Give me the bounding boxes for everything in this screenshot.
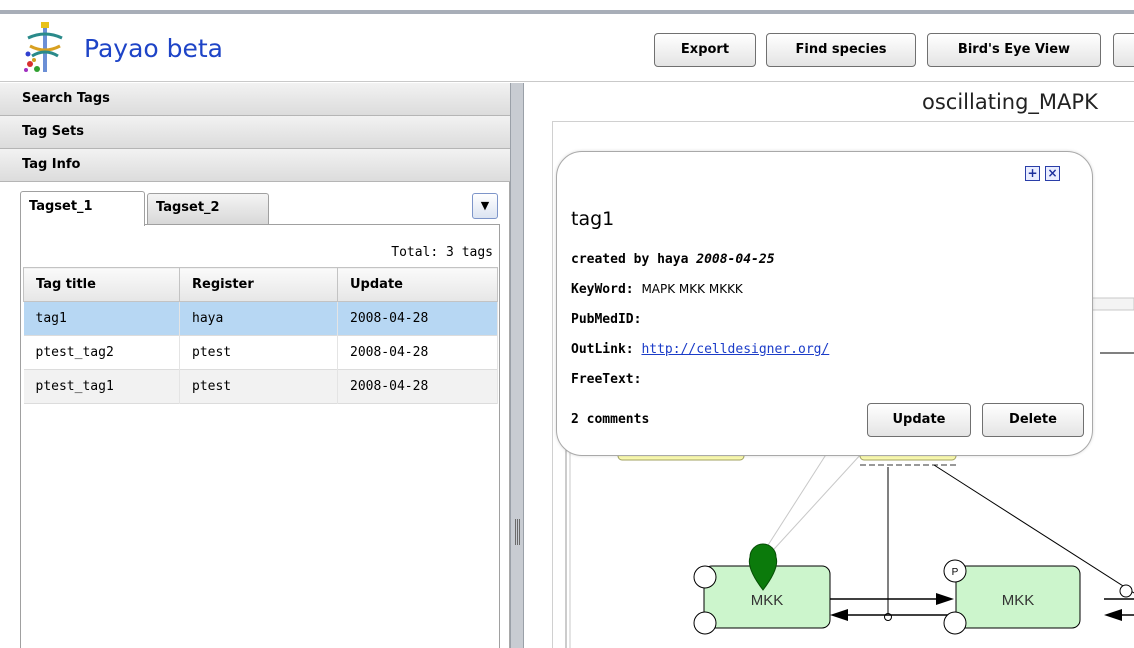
tag-info-popup: + × tag1 created by haya 2008-04-25 KeyW… bbox=[556, 151, 1093, 456]
cell-update: 2008-04-28 bbox=[337, 335, 498, 370]
cell-tag-title: tag1 bbox=[23, 301, 180, 336]
expand-icon[interactable]: + bbox=[1025, 166, 1040, 181]
table-row[interactable]: tag1 haya 2008-04-28 bbox=[23, 301, 498, 336]
accordion-tag-sets[interactable]: Tag Sets bbox=[0, 116, 510, 149]
species-label: MKK bbox=[751, 592, 784, 609]
pubmed-line: PubMedID: bbox=[571, 312, 641, 327]
freetext-label: FreeText: bbox=[571, 372, 642, 387]
column-header-tag-title[interactable]: Tag title bbox=[23, 267, 180, 302]
keyword-label: KeyWord: bbox=[571, 282, 634, 297]
tag-table: Tag title Register Update tag1 haya 2008… bbox=[23, 267, 498, 404]
accordion-search-tags[interactable]: Search Tags bbox=[0, 83, 510, 116]
phospho-state-label: P bbox=[952, 567, 959, 578]
popup-tag-title: tag1 bbox=[571, 208, 615, 230]
cell-update: 2008-04-28 bbox=[337, 301, 498, 336]
tab-panel: Total: 3 tags Tag title Register Update … bbox=[20, 224, 500, 648]
splitter-grip-icon bbox=[515, 519, 520, 545]
cell-tag-title: ptest_tag2 bbox=[23, 335, 180, 370]
freetext-line: FreeText: bbox=[571, 372, 641, 387]
tab-tagset-1[interactable]: Tagset_1 bbox=[20, 191, 145, 226]
cell-update: 2008-04-28 bbox=[337, 369, 498, 404]
overflow-button[interactable] bbox=[1113, 33, 1134, 67]
accordion-tag-info[interactable]: Tag Info bbox=[0, 149, 510, 182]
app-title: Payao beta bbox=[84, 34, 224, 63]
delete-button[interactable]: Delete bbox=[982, 403, 1084, 437]
left-panel: Search Tags Tag Sets Tag Info Tagset_1 T… bbox=[0, 83, 510, 648]
tab-tagset-2[interactable]: Tagset_2 bbox=[147, 193, 269, 224]
cell-tag-title: ptest_tag1 bbox=[23, 369, 180, 404]
panel-splitter[interactable] bbox=[510, 83, 524, 648]
outlink-line: OutLink: http://celldesigner.org/ bbox=[571, 342, 829, 357]
outlink-link[interactable]: http://celldesigner.org/ bbox=[641, 342, 829, 357]
table-row[interactable]: ptest_tag1 ptest 2008-04-28 bbox=[23, 369, 498, 404]
cell-register: ptest bbox=[179, 335, 338, 370]
cell-register: ptest bbox=[179, 369, 338, 404]
outlink-label: OutLink: bbox=[571, 342, 634, 357]
table-row[interactable]: ptest_tag2 ptest 2008-04-28 bbox=[23, 335, 498, 370]
species-label: MKK bbox=[1002, 592, 1035, 609]
payao-logo-icon bbox=[24, 22, 63, 72]
close-icon[interactable]: × bbox=[1045, 166, 1060, 181]
top-strip bbox=[0, 0, 1134, 14]
created-by-user: haya bbox=[657, 252, 689, 267]
comments-link[interactable]: 2 comments bbox=[571, 412, 649, 427]
pubmed-label: PubMedID: bbox=[571, 312, 642, 327]
column-header-register[interactable]: Register bbox=[179, 267, 338, 302]
chevron-down-icon: ▼ bbox=[480, 199, 490, 212]
update-button[interactable]: Update bbox=[867, 403, 971, 437]
cell-register: haya bbox=[179, 301, 338, 336]
keyword-value: MAPK MKK MKKK bbox=[641, 282, 743, 296]
created-by-line: created by haya 2008-04-25 bbox=[571, 252, 775, 267]
app-header: Payao beta Export Find species Bird's Ey… bbox=[0, 14, 1134, 82]
keyword-line: KeyWord: MAPK MKK MKKK bbox=[571, 282, 743, 297]
tag-total: Total: 3 tags bbox=[391, 245, 493, 260]
created-by-label: created by bbox=[571, 252, 650, 267]
find-species-button[interactable]: Find species bbox=[766, 33, 916, 67]
created-date: 2008-04-25 bbox=[696, 252, 775, 267]
tagset-tabs: Tagset_1 Tagset_2 ▼ Total: 3 tags Tag ti… bbox=[20, 191, 500, 648]
export-button[interactable]: Export bbox=[654, 33, 756, 67]
column-header-update[interactable]: Update bbox=[337, 267, 498, 302]
birds-eye-view-button[interactable]: Bird's Eye View bbox=[927, 33, 1101, 67]
tab-dropdown-button[interactable]: ▼ bbox=[472, 193, 498, 219]
